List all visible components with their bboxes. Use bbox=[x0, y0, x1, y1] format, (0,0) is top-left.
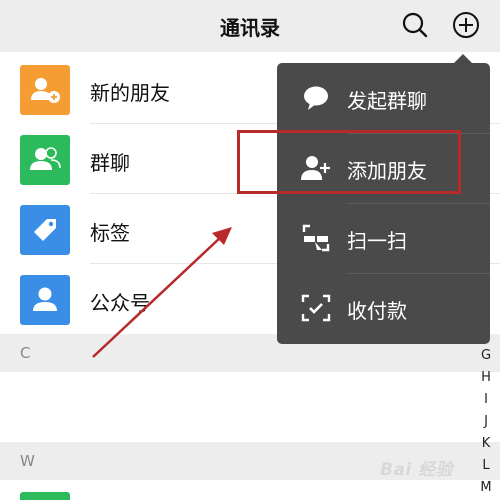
popup-menu: 发起群聊 添加朋友 扫一扫 收付款 bbox=[277, 63, 490, 344]
index-letter[interactable]: J bbox=[478, 414, 494, 436]
menu-item-payment[interactable]: 收付款 bbox=[277, 273, 490, 343]
menu-item-scan[interactable]: 扫一扫 bbox=[277, 203, 490, 273]
avatar bbox=[20, 492, 70, 500]
index-letter[interactable]: K bbox=[478, 436, 494, 458]
group-chat-icon bbox=[20, 135, 70, 185]
highlight-box bbox=[237, 130, 461, 194]
list-item-label: 标签 bbox=[90, 221, 130, 245]
index-letter[interactable]: M bbox=[478, 480, 494, 502]
menu-item-label: 扫一扫 bbox=[347, 229, 407, 253]
contact-row[interactable] bbox=[0, 372, 500, 442]
section-letter: C bbox=[20, 344, 31, 362]
payment-icon bbox=[301, 293, 331, 323]
plus-circle-icon[interactable] bbox=[451, 10, 481, 40]
search-icon[interactable] bbox=[400, 10, 430, 40]
official-account-icon bbox=[20, 275, 70, 325]
list-item-label: 公众号 bbox=[90, 291, 150, 315]
add-friend-icon bbox=[20, 65, 70, 115]
index-letter[interactable]: G bbox=[478, 348, 494, 370]
list-item-label: 新的朋友 bbox=[90, 81, 170, 105]
list-item-label: 群聊 bbox=[90, 151, 130, 175]
watermark: Bai 经验 bbox=[380, 460, 454, 480]
section-letter: W bbox=[20, 452, 35, 470]
contact-row[interactable] bbox=[0, 480, 500, 500]
index-letter[interactable]: L bbox=[478, 458, 494, 480]
top-bar: 通讯录 bbox=[0, 0, 500, 52]
chat-bubble-icon bbox=[301, 83, 331, 113]
menu-item-label: 发起群聊 bbox=[347, 89, 427, 113]
index-letter[interactable]: H bbox=[478, 370, 494, 392]
menu-item-start-group-chat[interactable]: 发起群聊 bbox=[277, 63, 490, 133]
scan-icon bbox=[301, 223, 331, 253]
menu-item-label: 收付款 bbox=[347, 299, 407, 323]
tag-icon bbox=[20, 205, 70, 255]
index-letter[interactable]: I bbox=[478, 392, 494, 414]
alphabet-index[interactable]: G H I J K L M bbox=[478, 348, 494, 502]
